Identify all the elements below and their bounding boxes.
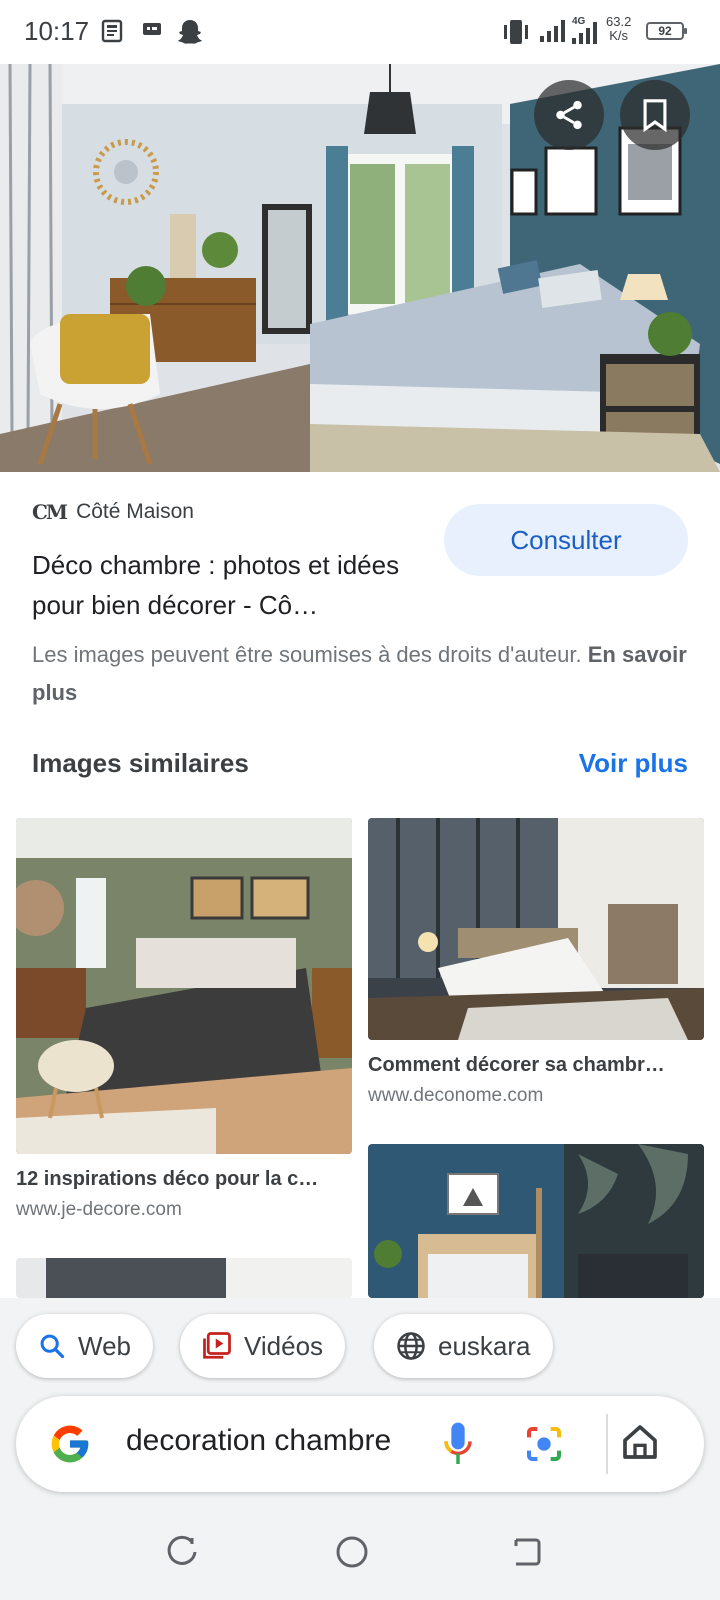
copyright-notice: Les images peuvent être soumises à des d… bbox=[32, 636, 692, 712]
signal-icon bbox=[538, 18, 568, 49]
status-time: 10:17 bbox=[24, 16, 90, 46]
status-bar: 10:17 4G 63.2 K/s 92 bbox=[0, 0, 720, 64]
message-icon bbox=[142, 22, 164, 45]
see-more-link[interactable]: Voir plus bbox=[579, 748, 688, 779]
chip-language[interactable]: euskara bbox=[374, 1314, 553, 1378]
chip-label: euskara bbox=[438, 1330, 531, 1361]
news-icon bbox=[100, 18, 126, 49]
search-bar[interactable]: decoration chambre bbox=[16, 1396, 704, 1492]
similar-image-thumbnail[interactable] bbox=[16, 1258, 352, 1298]
chip-web[interactable]: Web bbox=[16, 1314, 153, 1378]
google-logo-icon[interactable] bbox=[48, 1422, 92, 1466]
bookmark-button[interactable] bbox=[620, 80, 690, 150]
home-nav-button[interactable] bbox=[334, 1534, 370, 1570]
similar-image-card[interactable] bbox=[368, 1144, 704, 1298]
source-name: Côté Maison bbox=[76, 500, 194, 523]
snapchat-icon bbox=[176, 18, 204, 51]
search-query-input[interactable]: decoration chambre bbox=[126, 1424, 426, 1458]
similar-image-card[interactable]: Comment décorer sa chambr… www.deconome.… bbox=[368, 818, 704, 1107]
globe-icon bbox=[397, 1332, 425, 1360]
vibrate-icon bbox=[500, 18, 532, 51]
consult-button[interactable]: Consulter bbox=[444, 504, 688, 576]
battery-indicator: 92 bbox=[646, 22, 687, 40]
home-icon[interactable] bbox=[620, 1422, 660, 1462]
back-button[interactable] bbox=[508, 1534, 544, 1570]
result-title[interactable]: Déco chambre : photos et idées pour bien… bbox=[32, 545, 422, 625]
recent-apps-button[interactable] bbox=[164, 1534, 200, 1570]
chip-videos[interactable]: Vidéos bbox=[180, 1314, 346, 1378]
search-bar-divider bbox=[606, 1414, 608, 1474]
share-button[interactable] bbox=[534, 80, 604, 150]
similar-images-heading: Images similaires bbox=[32, 748, 249, 778]
similar-image-thumbnail[interactable] bbox=[368, 1144, 704, 1298]
similar-image-domain: www.deconome.com bbox=[368, 1085, 544, 1106]
copyright-text: Les images peuvent être soumises à des d… bbox=[32, 642, 582, 667]
camera-lens-icon[interactable] bbox=[524, 1424, 564, 1464]
svg-text:4G: 4G bbox=[572, 16, 586, 27]
bookmark-icon bbox=[643, 99, 667, 132]
similar-image-thumbnail[interactable] bbox=[16, 818, 352, 1154]
source-logo: CM bbox=[32, 500, 68, 524]
similar-image-title[interactable]: 12 inspirations déco pour la c… bbox=[16, 1168, 352, 1191]
chip-label: Web bbox=[78, 1330, 131, 1361]
similar-image-thumbnail[interactable] bbox=[368, 818, 704, 1040]
network-speed: 63.2 K/s bbox=[606, 14, 632, 43]
signal-4g-icon: 4G bbox=[570, 14, 604, 51]
mic-icon[interactable] bbox=[442, 1420, 474, 1468]
similar-image-title[interactable]: Comment décorer sa chambr… bbox=[368, 1054, 704, 1077]
share-icon bbox=[556, 100, 582, 130]
video-icon bbox=[203, 1332, 231, 1359]
chip-label: Vidéos bbox=[244, 1330, 324, 1361]
source-row[interactable]: CM Côté Maison bbox=[32, 500, 194, 524]
similar-image-domain: www.je-decore.com bbox=[16, 1199, 182, 1220]
similar-image-card[interactable] bbox=[16, 1258, 352, 1298]
search-icon bbox=[40, 1334, 65, 1359]
similar-image-card[interactable]: 12 inspirations déco pour la c… www.je-d… bbox=[16, 818, 352, 1221]
hero-image[interactable] bbox=[0, 64, 720, 472]
